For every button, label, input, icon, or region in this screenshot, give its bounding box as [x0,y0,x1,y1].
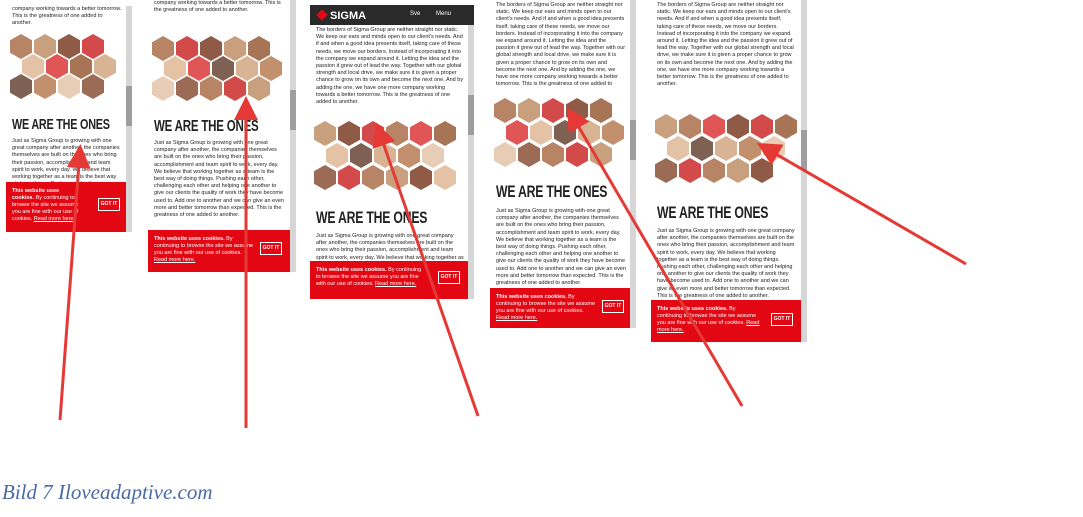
figure-caption: Bild 7 Iloveadaptive.com [2,480,213,504]
annotation-arrows [58,96,967,428]
arrow-4 [566,106,744,407]
arrow-5 [756,142,967,266]
arrow-1 [58,144,91,421]
arrow-3 [372,122,480,417]
